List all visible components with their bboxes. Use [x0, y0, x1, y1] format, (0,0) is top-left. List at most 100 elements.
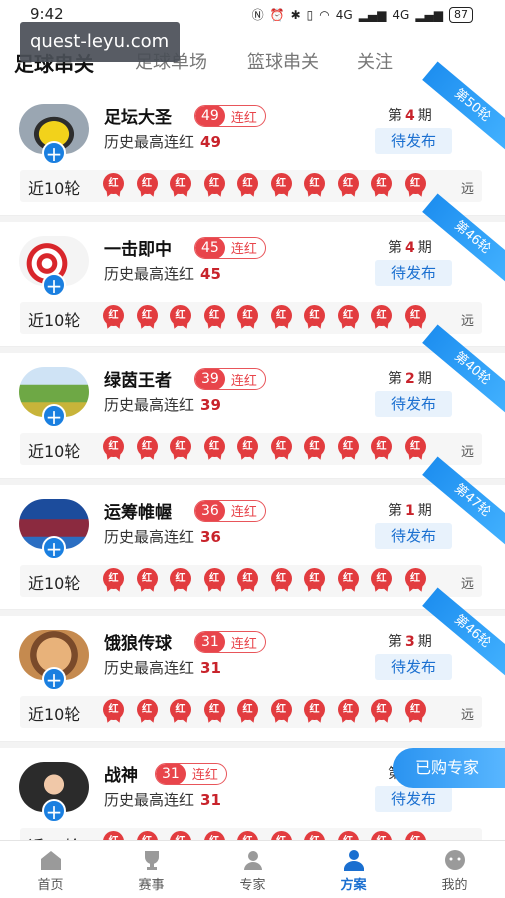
- follow-plus-icon[interactable]: +: [42, 798, 66, 823]
- streak-badge: 39 连红: [194, 368, 266, 390]
- period-info: 第1期: [388, 500, 432, 520]
- pending-publish-button[interactable]: 待发布: [375, 522, 452, 549]
- follow-plus-icon[interactable]: +: [42, 667, 66, 691]
- expert-name: 运筹帷幄: [104, 502, 172, 523]
- result-badges: 红红红红红红红红红红: [102, 436, 427, 462]
- tab-follow[interactable]: 关注: [357, 48, 393, 74]
- red-result-badge: 红: [337, 304, 360, 330]
- history-value: 49: [200, 133, 221, 151]
- pending-publish-button[interactable]: 待发布: [375, 259, 452, 286]
- history-label: 历史最高连红: [104, 264, 195, 283]
- red-result-badge: 红: [169, 304, 192, 330]
- trophy-icon: [140, 849, 164, 871]
- vibrate-icon: ▯: [306, 7, 314, 22]
- signal-icon: ▂▄▆: [358, 7, 387, 22]
- recent-results-row[interactable]: 近10轮 红红红红红红红红红红 远: [20, 696, 482, 728]
- bottom-nav: 首页 赛事 专家 方案 我的: [0, 840, 505, 898]
- bottom-nav-item[interactable]: 专家: [202, 841, 303, 898]
- bottom-nav-item[interactable]: 我的: [404, 841, 505, 898]
- streak-count: 31: [156, 763, 186, 784]
- streak-label: 连红: [230, 505, 257, 520]
- expert-card[interactable]: + 足坛大圣 49 连红 历史最高连红 49 第4期 待发布 第50轮 近10轮 红红…: [0, 61, 505, 216]
- history-value: 31: [200, 790, 221, 809]
- red-result-badge: 红: [404, 304, 427, 330]
- red-result-badge: 红: [270, 567, 293, 593]
- red-result-badge: 红: [303, 699, 326, 725]
- bottom-nav-item[interactable]: 赛事: [101, 841, 202, 898]
- recent-results-row[interactable]: 近10轮 红红红红红红红红红红 远: [20, 433, 482, 465]
- expert-card[interactable]: + 绿茵王者 39 连红 历史最高连红 39 第2期 待发布 第40轮 近10轮 红红…: [0, 324, 505, 479]
- red-result-badge: 红: [203, 304, 226, 330]
- profile-icon: [443, 849, 467, 871]
- history-label: 历史最高连红: [104, 659, 195, 677]
- signal-1-label: 4G: [335, 7, 353, 22]
- home-icon: [39, 849, 63, 871]
- history-max-streak: 历史最高连红 31: [104, 789, 221, 810]
- red-result-badge: 红: [169, 699, 192, 725]
- recent-results-row[interactable]: 近10轮 红红红红红红红红红红 远: [20, 301, 482, 334]
- watermark: quest-leyu.com: [20, 22, 180, 62]
- follow-plus-icon[interactable]: +: [42, 141, 66, 165]
- recent-label: 近10轮: [28, 573, 81, 593]
- period-prefix: 第: [388, 502, 402, 519]
- follow-plus-icon[interactable]: +: [42, 272, 66, 297]
- history-max-streak: 历史最高连红 45: [104, 263, 221, 284]
- history-label: 历史最高连红: [104, 396, 195, 414]
- pending-publish-button[interactable]: 待发布: [375, 654, 452, 680]
- red-result-badge: 红: [337, 567, 360, 593]
- far-label: 远: [460, 576, 474, 592]
- streak-badge: 49 连红: [194, 105, 266, 127]
- history-max-streak: 历史最高连红 49: [104, 131, 221, 152]
- streak-label: 连红: [230, 110, 257, 126]
- streak-label: 连红: [230, 636, 257, 652]
- streak-label: 连红: [230, 242, 257, 257]
- red-result-badge: 红: [136, 304, 159, 330]
- streak-count: 45: [195, 237, 225, 258]
- red-result-badge: 红: [370, 699, 393, 725]
- red-result-badge: 红: [236, 304, 259, 330]
- period-info: 第4期: [388, 105, 432, 125]
- bottom-nav-label: 专家: [239, 878, 266, 893]
- follow-plus-icon[interactable]: +: [42, 535, 66, 560]
- history-max-streak: 历史最高连红 36: [104, 526, 221, 547]
- period-prefix: 第: [388, 108, 402, 124]
- purchased-experts-button[interactable]: 已购专家: [393, 748, 505, 788]
- pending-publish-button[interactable]: 待发布: [375, 391, 452, 417]
- red-result-badge: 红: [203, 567, 226, 593]
- recent-results-row[interactable]: 近10轮 红红红红红红红红红红 远: [20, 170, 482, 202]
- red-result-badge: 红: [404, 567, 427, 593]
- bottom-nav-item[interactable]: 首页: [0, 841, 101, 898]
- nfc-icon: Ⓝ: [251, 8, 264, 22]
- expert-name: 战神: [104, 765, 138, 786]
- red-result-badge: 红: [270, 173, 293, 199]
- follow-plus-icon[interactable]: +: [42, 404, 66, 428]
- history-value: 39: [200, 396, 221, 414]
- status-time: 9:42: [30, 5, 64, 23]
- pending-publish-button[interactable]: 待发布: [375, 128, 452, 154]
- bottom-nav-item[interactable]: 方案: [303, 841, 404, 898]
- expert-name: 饿狼传球: [104, 634, 172, 654]
- expert-name: 足坛大圣: [104, 108, 172, 128]
- streak-badge: 31 连红: [155, 762, 227, 785]
- result-badges: 红红红红红红红红红红: [102, 304, 427, 330]
- recent-results-row[interactable]: 近10轮 红红红红红红红红红红 远: [20, 564, 482, 597]
- history-value: 31: [200, 659, 221, 677]
- streak-count: 39: [195, 369, 225, 389]
- history-max-streak: 历史最高连红 31: [104, 657, 221, 678]
- red-result-badge: 红: [404, 699, 427, 725]
- red-result-badge: 红: [203, 436, 226, 462]
- battery-icon: 87: [449, 6, 473, 23]
- streak-badge: 36 连红: [194, 499, 266, 522]
- expert-card[interactable]: + 饿狼传球 31 连红 历史最高连红 31 第3期 待发布 第46轮 近10轮 红红…: [0, 587, 505, 742]
- expert-card[interactable]: + 一击即中 45 连红 历史最高连红 45 第4期 待发布 第46轮 近10轮 红红…: [0, 192, 505, 347]
- bottom-nav-label: 方案: [340, 878, 367, 893]
- red-result-badge: 红: [303, 567, 326, 593]
- pending-publish-button[interactable]: 待发布: [375, 785, 452, 812]
- red-result-badge: 红: [102, 436, 125, 462]
- tab-basketball-parlay[interactable]: 篮球串关: [247, 48, 319, 74]
- red-result-badge: 红: [370, 304, 393, 330]
- red-result-badge: 红: [337, 699, 360, 725]
- expert-card[interactable]: + 运筹帷幄 36 连红 历史最高连红 36 第1期 待发布 第47轮 近10轮 红红…: [0, 455, 505, 610]
- red-result-badge: 红: [337, 173, 360, 199]
- signal-2-label: 4G: [392, 7, 410, 22]
